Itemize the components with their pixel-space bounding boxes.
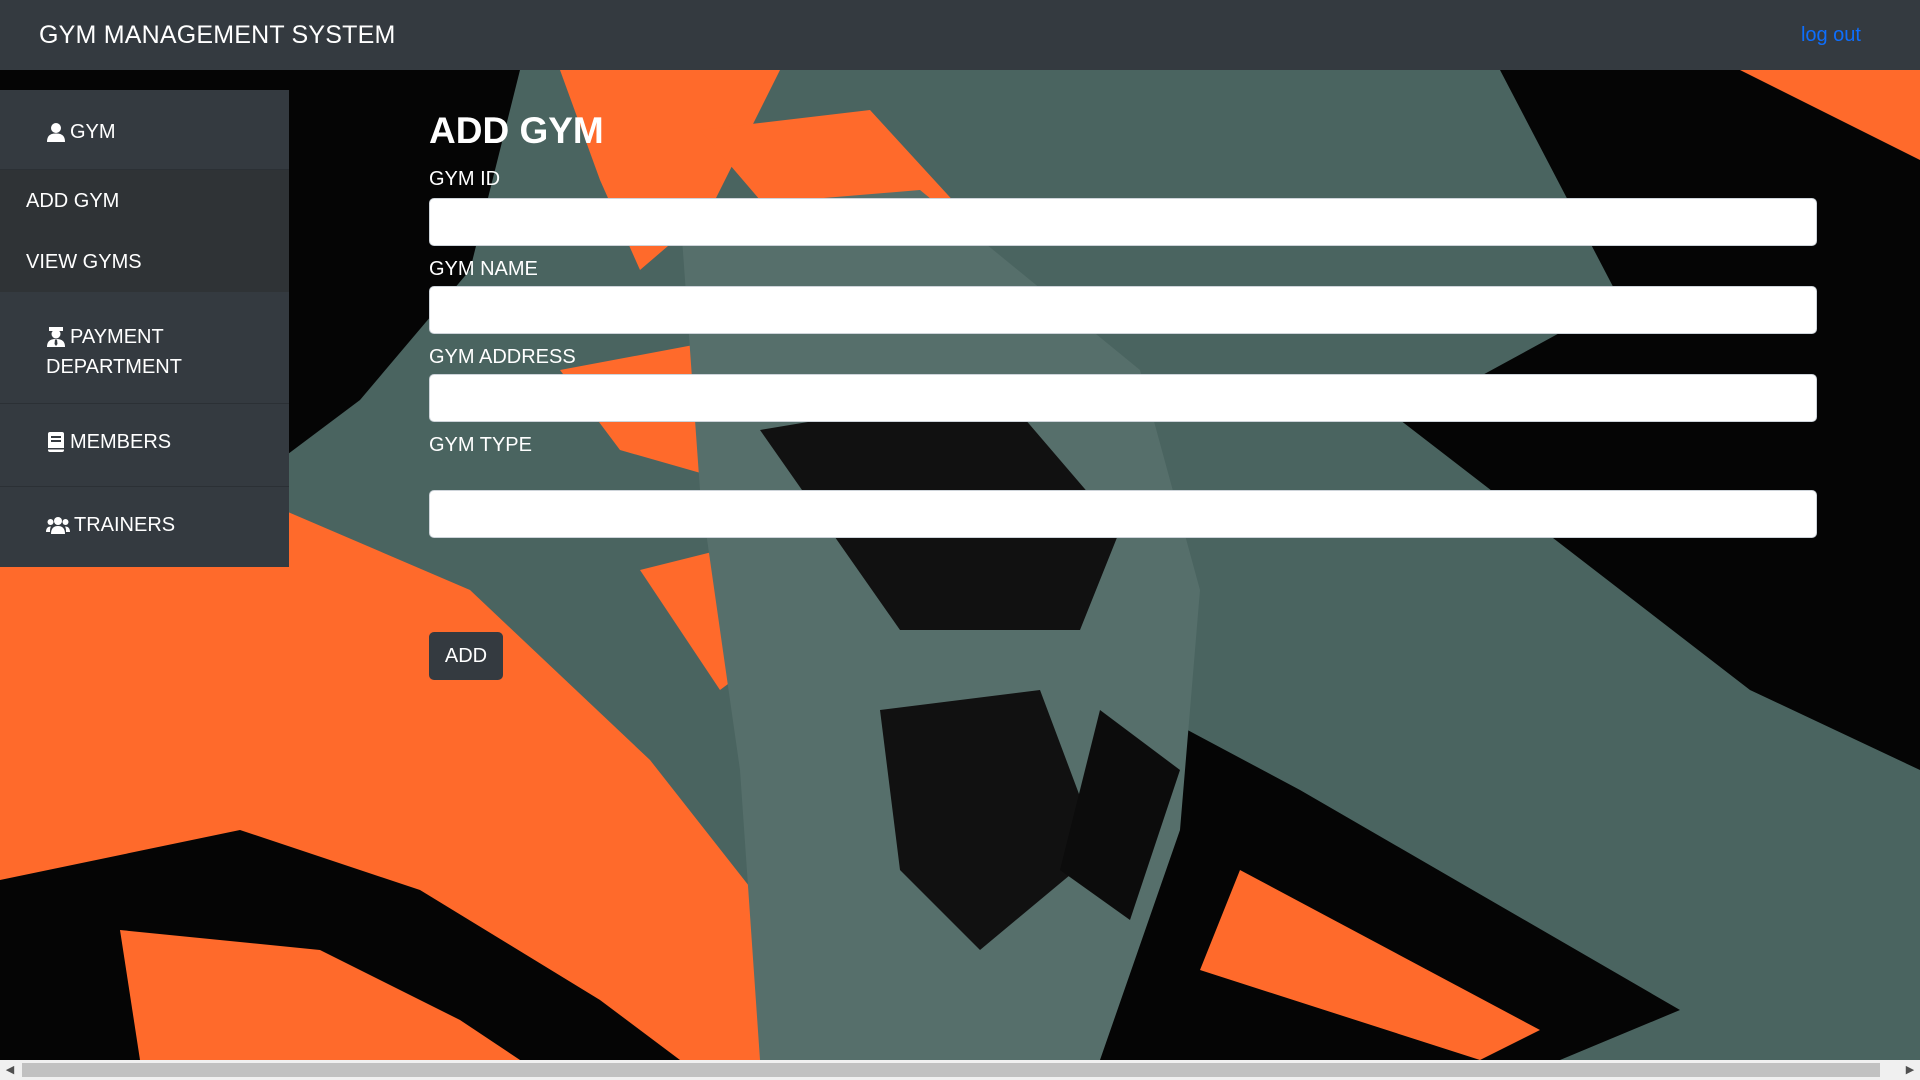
sidebar-item-payment-department[interactable]: PAYMENT DEPARTMENT — [0, 292, 289, 404]
sidebar-item-label: PAYMENT — [70, 326, 164, 348]
gym-id-field[interactable] — [429, 198, 1817, 246]
sidebar: GYM ADD GYM VIEW GYMS PAYMENT DEPARTMENT… — [0, 90, 289, 567]
gym-address-field[interactable] — [429, 374, 1817, 422]
top-navbar: GYM MANAGEMENT SYSTEM log out — [0, 0, 1920, 70]
sidebar-item-label: GYM — [70, 121, 116, 143]
user-tie-icon — [47, 327, 65, 347]
app-title: GYM MANAGEMENT SYSTEM — [39, 21, 396, 49]
users-icon — [46, 517, 70, 534]
gym-submenu: ADD GYM VIEW GYMS — [0, 170, 289, 292]
gym-name-field[interactable] — [429, 286, 1817, 334]
gym-type-field[interactable] — [429, 490, 1817, 538]
submenu-item-add-gym[interactable]: ADD GYM — [0, 170, 289, 231]
gym-id-label: GYM ID — [429, 168, 501, 190]
horizontal-scrollbar[interactable]: ◀ ▶ — [0, 1060, 1920, 1080]
book-icon — [48, 432, 64, 452]
user-icon — [47, 123, 65, 142]
add-gym-form: ADD GYM GYM ID GYM NAME GYM ADDRESS GYM … — [429, 110, 1817, 680]
sidebar-item-members[interactable]: MEMBERS — [0, 404, 289, 487]
sidebar-item-label: TRAINERS — [74, 514, 176, 536]
logout-link[interactable]: log out — [1801, 24, 1861, 47]
gym-name-label: GYM NAME — [429, 258, 538, 280]
sidebar-item-gym[interactable]: GYM — [0, 90, 289, 170]
scrollbar-thumb[interactable] — [22, 1063, 1880, 1077]
sidebar-item-label: MEMBERS — [70, 431, 172, 453]
submenu-item-view-gyms[interactable]: VIEW GYMS — [0, 231, 289, 292]
scroll-left-arrow-icon[interactable]: ◀ — [0, 1060, 20, 1080]
gym-address-label: GYM ADDRESS — [429, 346, 576, 368]
sidebar-item-label-line2: DEPARTMENT — [46, 356, 182, 378]
sidebar-item-trainers[interactable]: TRAINERS — [0, 487, 289, 567]
gym-type-label: GYM TYPE — [429, 434, 532, 456]
scroll-right-arrow-icon[interactable]: ▶ — [1900, 1060, 1920, 1080]
page-title: ADD GYM — [429, 110, 604, 151]
add-button[interactable]: ADD — [429, 632, 503, 680]
